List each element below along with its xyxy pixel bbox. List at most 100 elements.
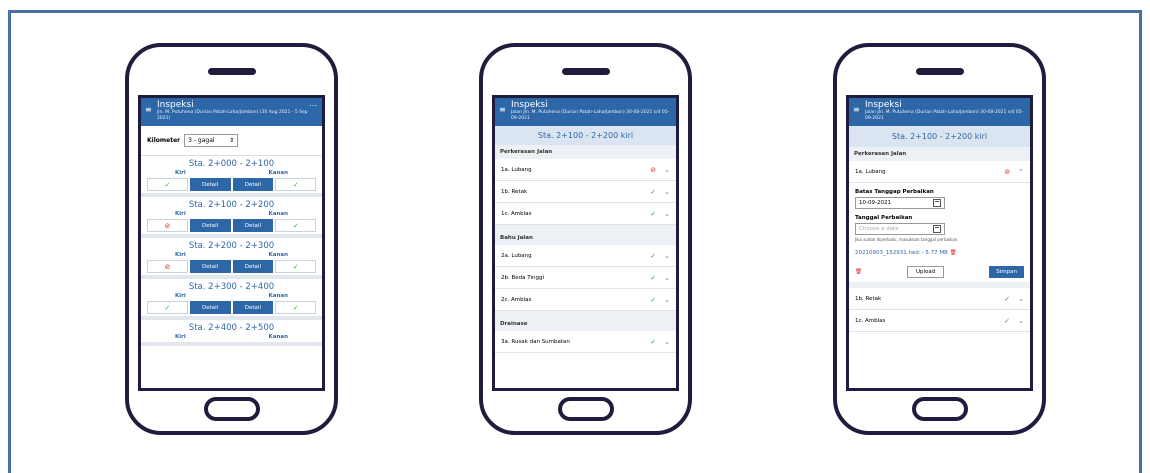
left-defect-icon[interactable]: ⊘ <box>147 219 188 232</box>
select-arrows-icon: ⇕ <box>229 137 235 144</box>
deadline-date-value: 10-09-2021 <box>859 200 891 206</box>
side-labels: Kiri Kanan <box>147 170 316 176</box>
more-options-icon[interactable]: ⋯ <box>309 101 317 110</box>
right-ok-icon[interactable]: ✓ <box>275 260 316 273</box>
app-subtitle: Jalan Jln. M. Putuhena (Durian Patah-Lah… <box>865 110 1024 121</box>
chevron-down-icon[interactable]: ⌄ <box>664 210 670 218</box>
attached-file[interactable]: 20210903_152931.heic - 5.77 MB 🗑 <box>855 250 1024 256</box>
station-list: Sta. 2+000 - 2+100 Kiri Kanan ✓ Detail Detail… <box>141 156 322 346</box>
right-ok-icon[interactable]: ✓ <box>275 301 316 314</box>
trash-icon[interactable]: 🗑 <box>855 269 862 275</box>
trash-icon[interactable]: 🗑 <box>950 250 957 256</box>
inspection-item[interactable]: 1a. Lubang ⊘ ⌄ <box>495 159 676 181</box>
right-side-label: Kanan <box>268 170 288 176</box>
inspection-item[interactable]: 3a. Rusak dan Sumbatan ✓ ⌄ <box>495 331 676 353</box>
left-defect-icon[interactable]: ⊘ <box>147 260 188 273</box>
station-title: Sta. 2+300 - 2+400 <box>188 282 275 292</box>
inspection-item[interactable]: 1b. Retak ✓ ⌄ <box>495 181 676 203</box>
check-icon: ✓ <box>650 187 657 196</box>
group-header: Perkerasan Jalan <box>849 147 1030 161</box>
chevron-down-icon[interactable]: ⌄ <box>1018 317 1024 325</box>
right-side-label: Kanan <box>268 211 288 217</box>
menu-icon[interactable]: ≡ <box>853 106 860 114</box>
check-icon: ✓ <box>650 295 657 304</box>
inspection-item[interactable]: 2a. Lubang ✓ ⌄ <box>495 245 676 267</box>
chevron-down-icon[interactable]: ⌄ <box>664 252 670 260</box>
phone-mockup-inspection-items: ≡ Inspeksi Jalan Jln. M. Putuhena (Duria… <box>479 43 692 435</box>
chevron-up-icon[interactable]: ⌃ <box>1018 168 1024 176</box>
menu-icon[interactable]: ≡ <box>145 106 152 114</box>
item-label: 3a. Rusak dan Sumbatan <box>501 338 570 345</box>
item-icons: ✓ ⌄ <box>650 338 670 346</box>
detail-right-button[interactable]: Detail <box>232 260 274 273</box>
check-icon: ✓ <box>1004 294 1011 303</box>
chevron-down-icon[interactable]: ⌄ <box>1018 295 1024 303</box>
left-side-label: Kiri <box>175 252 186 258</box>
inspection-item[interactable]: 1b. Retak ✓ ⌄ <box>849 288 1030 310</box>
detail-right-button[interactable]: Detail <box>232 178 274 191</box>
kilometer-label: Kilometer <box>147 137 181 144</box>
kilometer-row: Kilometer 3 - gagal ⇕ <box>141 126 322 156</box>
detail-left-button[interactable]: Detail <box>189 219 231 232</box>
file-name: 20210903_152931.heic - 5.77 MB <box>855 250 948 256</box>
phone-mockup-station-list: ≡ Inspeksi Jln. M. Putuhena (Durian Pata… <box>125 43 338 435</box>
detail-right-button[interactable]: Detail <box>232 219 274 232</box>
chevron-down-icon[interactable]: ⌄ <box>664 296 670 304</box>
kilometer-select-value: 3 - gagal <box>188 137 215 144</box>
side-labels: Kiri Kanan <box>147 334 316 340</box>
chevron-down-icon[interactable]: ⌄ <box>664 166 670 174</box>
item-label: 2a. Lubang <box>501 252 532 259</box>
item-icons: ✓ ⌄ <box>650 252 670 260</box>
item-icons: ✓ ⌄ <box>1004 295 1024 303</box>
item-icons: ✓ ⌄ <box>650 210 670 218</box>
save-button[interactable]: Simpan <box>989 266 1024 278</box>
calendar-icon[interactable] <box>933 199 941 207</box>
side-labels: Kiri Kanan <box>147 252 316 258</box>
inspection-item[interactable]: 2c. Amblas ✓ ⌄ <box>495 289 676 311</box>
app-bar: ≡ Inspeksi Jalan Jln. M. Putuhena (Duria… <box>849 98 1030 126</box>
station-card: Sta. 2+100 - 2+200 Kiri Kanan ⊘ Detail Detail… <box>141 197 322 238</box>
inspection-item[interactable]: 1c. Amblas ✓ ⌄ <box>495 203 676 225</box>
deadline-label: Batas Tanggap Perbaikan <box>855 189 934 195</box>
check-icon: ✓ <box>1004 316 1011 325</box>
app-bar: ≡ Inspeksi Jln. M. Putuhena (Durian Pata… <box>141 98 322 126</box>
kilometer-select[interactable]: 3 - gagal ⇕ <box>184 134 239 147</box>
app-subtitle: Jalan Jln. M. Putuhena (Durian Patah-Lah… <box>511 110 670 121</box>
phone-home-button <box>203 397 260 421</box>
chevron-down-icon[interactable]: ⌄ <box>664 188 670 196</box>
item-label: 2c. Amblas <box>501 296 532 303</box>
inspection-item[interactable]: 1c. Amblas ✓ ⌄ <box>849 310 1030 332</box>
menu-icon[interactable]: ≡ <box>499 106 506 114</box>
left-ok-icon[interactable]: ✓ <box>147 301 188 314</box>
right-ok-icon[interactable]: ✓ <box>275 219 316 232</box>
chevron-down-icon[interactable]: ⌄ <box>664 274 670 282</box>
item-icons: ✓ ⌄ <box>650 188 670 196</box>
check-icon: ✓ <box>650 273 657 282</box>
right-side-label: Kanan <box>268 334 288 340</box>
detail-left-button[interactable]: Detail <box>189 260 231 273</box>
chevron-down-icon[interactable]: ⌄ <box>664 338 670 346</box>
inspection-item-expanded[interactable]: 1a. Lubang ⊘ ⌃ <box>849 161 1030 183</box>
deadline-date-field[interactable]: 10-09-2021 <box>855 197 945 209</box>
repair-date-label: Tanggal Perbaikan <box>855 215 913 221</box>
item-icons: ✓ ⌄ <box>1004 317 1024 325</box>
repair-date-field[interactable]: Choose a date <box>855 223 945 235</box>
right-ok-icon[interactable]: ✓ <box>275 178 316 191</box>
item-label: 1a. Lubang <box>855 168 886 175</box>
detail-left-button[interactable]: Detail <box>189 178 231 191</box>
item-label: 1c. Amblas <box>501 210 532 217</box>
item-label: 1b. Retak <box>855 295 882 302</box>
form-actions: 🗑 Upload Simpan <box>855 266 1024 278</box>
left-side-label: Kiri <box>175 170 186 176</box>
app-title: Inspeksi <box>157 100 194 110</box>
inspection-item[interactable]: 2b. Beda Tinggi ✓ ⌄ <box>495 267 676 289</box>
phone-screen: ≡ Inspeksi Jalan Jln. M. Putuhena (Duria… <box>846 95 1033 391</box>
upload-button[interactable]: Upload <box>906 266 945 278</box>
detail-left-button[interactable]: Detail <box>189 301 231 314</box>
detail-right-button[interactable]: Detail <box>232 301 274 314</box>
check-icon: ✓ <box>650 337 657 346</box>
item-icons: ⊘ ⌄ <box>650 166 670 174</box>
station-card: Sta. 2+300 - 2+400 Kiri Kanan ✓ Detail Detail… <box>141 279 322 320</box>
calendar-icon[interactable] <box>933 225 941 233</box>
left-ok-icon[interactable]: ✓ <box>147 178 188 191</box>
